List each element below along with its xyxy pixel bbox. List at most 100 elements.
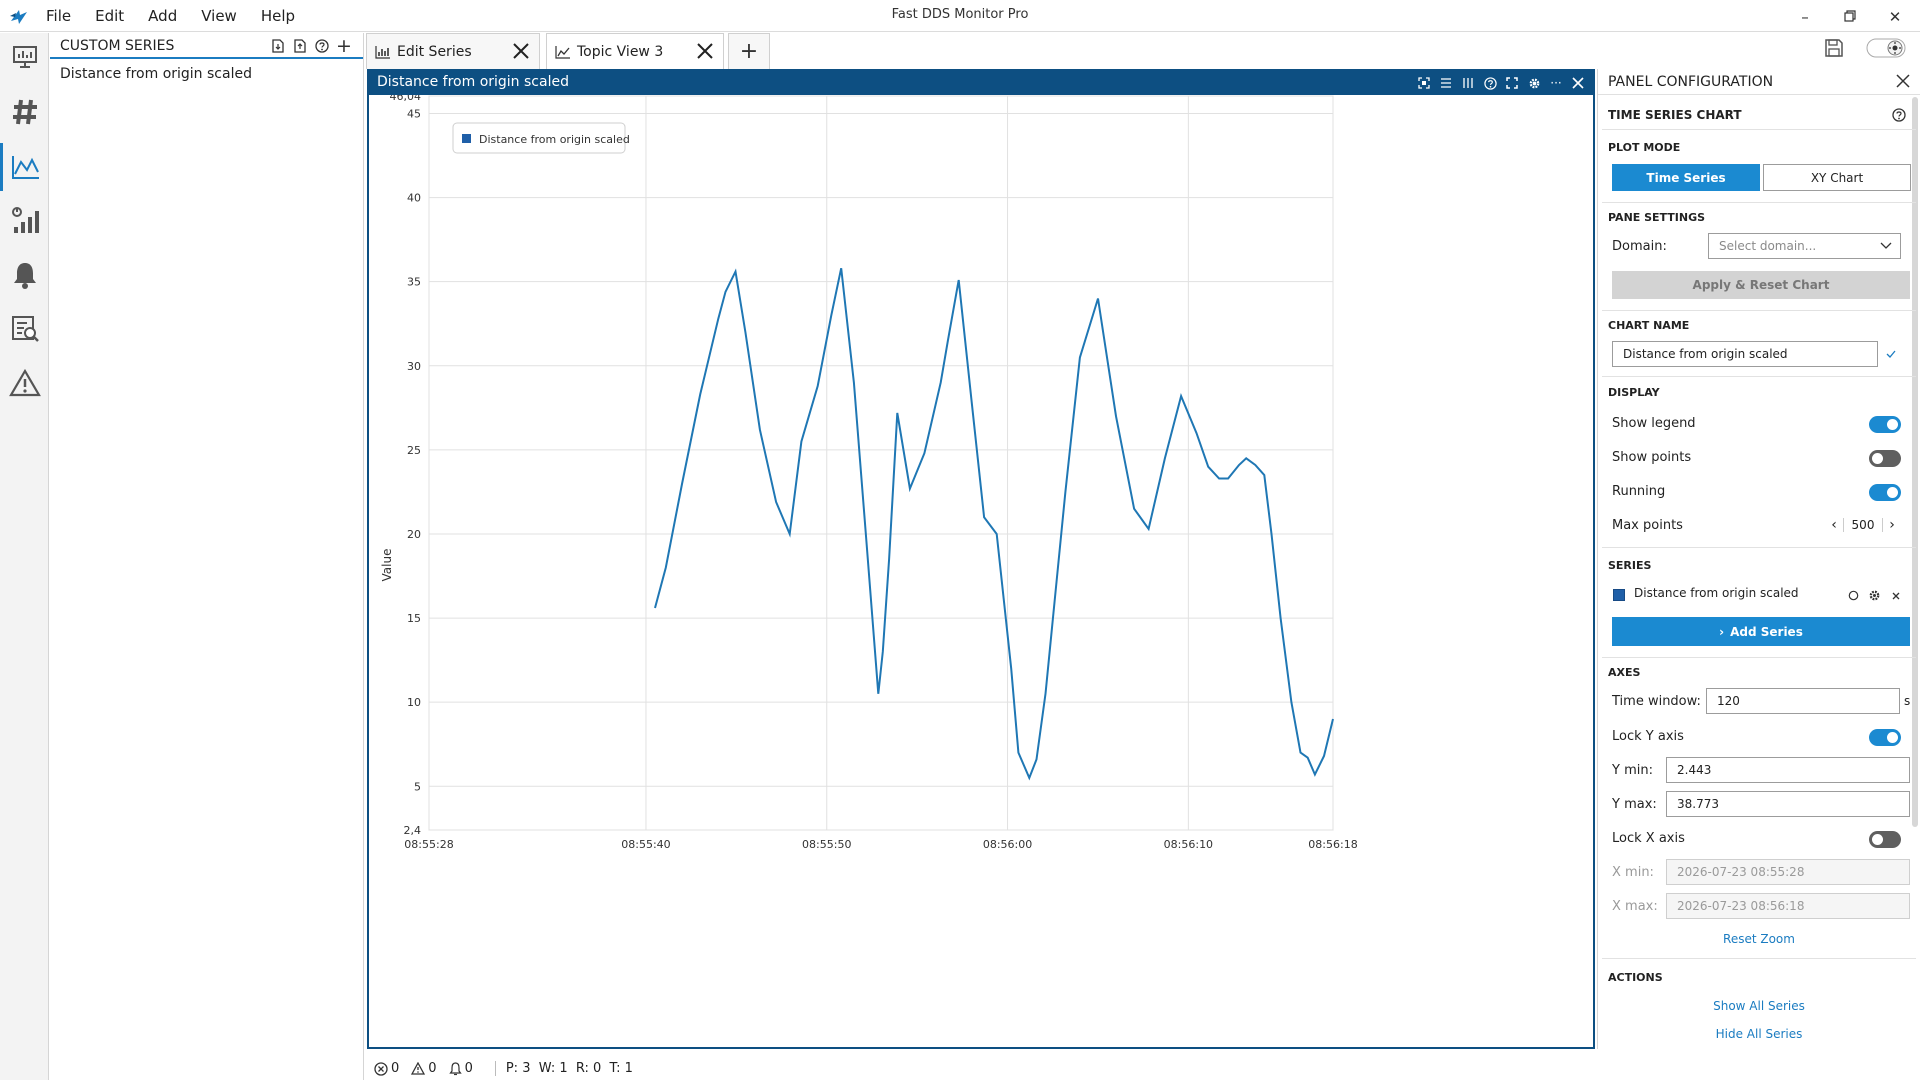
chart-close-button[interactable]	[1567, 74, 1589, 92]
zoom-fit-button[interactable]	[1413, 74, 1435, 92]
gear-icon[interactable]	[1868, 589, 1881, 602]
chart-more-button[interactable]: ···	[1545, 74, 1567, 92]
divider	[1602, 376, 1916, 377]
remove-series-icon[interactable]	[1892, 592, 1900, 600]
file-import-icon	[272, 39, 284, 53]
status-warnings[interactable]: 0	[411, 1061, 442, 1076]
legend-swatch	[462, 134, 471, 143]
tab-edit-series-label: Edit Series	[397, 43, 472, 60]
file-export-icon	[294, 39, 306, 53]
chart-settings-button[interactable]	[1523, 74, 1545, 92]
running-label: Running	[1612, 484, 1666, 499]
apply-reset-chart-button[interactable]: Apply & Reset Chart	[1612, 271, 1910, 299]
y-max-input[interactable]: 38.773	[1666, 791, 1910, 817]
lock-y-axis-toggle[interactable]	[1869, 729, 1901, 746]
x-tick-label: 08:56:18	[1308, 838, 1357, 851]
y-tick-label: 45	[407, 107, 421, 120]
minimize-button[interactable]: –	[1794, 6, 1816, 28]
x-tick-label: 08:55:40	[621, 838, 670, 851]
custom-series-panel: CUSTOM SERIES + Distance from origin sca…	[50, 33, 364, 1080]
plot-area	[428, 95, 1334, 831]
rail-logs-button[interactable]	[0, 305, 49, 353]
y-tick-label: 46,04	[390, 95, 422, 103]
time-window-input[interactable]: 120	[1706, 688, 1900, 714]
restore-button[interactable]	[1839, 6, 1861, 28]
menu-view[interactable]: View	[201, 7, 237, 25]
topics-hash-icon	[12, 99, 37, 125]
y-min-input[interactable]: 2.443	[1666, 757, 1910, 783]
chart-bar-icon	[375, 45, 390, 59]
status-notifications[interactable]: 0	[448, 1061, 479, 1076]
time-window-value: 120	[1717, 694, 1740, 708]
y-tick-label: 25	[407, 444, 421, 457]
config-scrollbar[interactable]	[1912, 97, 1918, 827]
menu-edit[interactable]: Edit	[95, 7, 124, 25]
tab-topic-view-3[interactable]: Topic View 3	[546, 33, 724, 69]
rail-charts-button[interactable]	[0, 143, 49, 191]
domain-select[interactable]: Select domain...	[1708, 233, 1901, 259]
chart-grid	[428, 95, 1334, 831]
menu-add[interactable]: Add	[148, 7, 177, 25]
series-color-swatch[interactable]	[1613, 589, 1625, 601]
chart-help-button[interactable]	[1479, 74, 1501, 92]
rail-topics-button[interactable]	[0, 88, 49, 136]
activity-rail	[0, 33, 49, 1080]
restore-icon	[1844, 10, 1856, 22]
add-series-plus-button[interactable]: +	[333, 35, 355, 57]
status-errors[interactable]: 0	[374, 1061, 405, 1076]
reset-zoom-link[interactable]: Reset Zoom	[1598, 932, 1920, 946]
check-icon[interactable]	[1886, 349, 1896, 359]
menu-file[interactable]: File	[46, 7, 71, 25]
add-tab-button[interactable]: +	[728, 33, 770, 69]
divider	[1602, 958, 1916, 959]
add-series-label: Add Series	[1730, 624, 1803, 639]
save-icon[interactable]	[1824, 38, 1844, 58]
display-heading: DISPLAY	[1608, 386, 1660, 399]
max-points-label: Max points	[1612, 518, 1683, 533]
chart-name-input[interactable]: Distance from origin scaled	[1612, 341, 1878, 367]
legend-toggle-button[interactable]	[1435, 74, 1457, 92]
show-points-toggle[interactable]	[1869, 450, 1901, 467]
plot-mode-time-series-button[interactable]: Time Series	[1612, 164, 1760, 191]
columns-button[interactable]	[1457, 74, 1479, 92]
series-visibility-icon[interactable]	[1848, 590, 1859, 601]
custom-series-item[interactable]: Distance from origin scaled	[60, 66, 252, 82]
help-icon[interactable]	[1892, 108, 1906, 122]
fullscreen-button[interactable]	[1501, 74, 1523, 92]
hide-all-series-link[interactable]: Hide All Series	[1598, 1027, 1920, 1041]
close-window-button[interactable]: ✕	[1884, 6, 1906, 28]
max-points-increment[interactable]: ›	[1883, 517, 1901, 533]
logs-icon	[11, 316, 39, 342]
rail-statistics-button[interactable]	[0, 196, 49, 244]
rail-issues-button[interactable]	[0, 359, 49, 407]
menu-help[interactable]: Help	[261, 7, 295, 25]
toggle-knob	[1872, 453, 1883, 464]
rail-dashboard-button[interactable]	[0, 33, 49, 81]
series-help-button[interactable]	[311, 37, 333, 55]
rail-alerts-button[interactable]	[0, 251, 49, 299]
add-series-button[interactable]: › Add Series	[1612, 617, 1910, 646]
theme-toggle-icon[interactable]	[1866, 38, 1906, 58]
max-points-decrement[interactable]: ‹	[1825, 517, 1843, 533]
tab-edit-series[interactable]: Edit Series	[366, 33, 540, 69]
close-icon[interactable]	[511, 41, 531, 61]
show-legend-toggle[interactable]	[1869, 416, 1901, 433]
x-tick-label: 08:56:00	[983, 838, 1032, 851]
plot-mode-xy-chart-button[interactable]: XY Chart	[1763, 164, 1911, 191]
panel-configuration: PANEL CONFIGURATION TIME SERIES CHART PL…	[1597, 69, 1920, 1049]
show-all-series-link[interactable]: Show All Series	[1598, 999, 1920, 1013]
actions-heading: ACTIONS	[1608, 971, 1663, 984]
time-series-chart[interactable]: 46,04454035302520151052,4 08:55:28 08:55:…	[369, 95, 1593, 1047]
import-series-button[interactable]	[267, 37, 289, 55]
chart-legend[interactable]: Distance from origin scaled	[452, 122, 630, 154]
status-warnings-count: 0	[428, 1061, 437, 1076]
chart-type-heading: TIME SERIES CHART	[1608, 108, 1742, 122]
max-points-stepper[interactable]: ‹ 500 ›	[1825, 512, 1907, 538]
running-toggle[interactable]	[1869, 484, 1901, 501]
lock-x-axis-toggle[interactable]	[1869, 831, 1901, 848]
y-tick-label: 40	[407, 192, 421, 205]
export-series-button[interactable]	[289, 37, 311, 55]
close-icon[interactable]	[695, 41, 715, 61]
alerts-bell-icon	[13, 263, 36, 289]
close-icon[interactable]	[1896, 74, 1910, 88]
